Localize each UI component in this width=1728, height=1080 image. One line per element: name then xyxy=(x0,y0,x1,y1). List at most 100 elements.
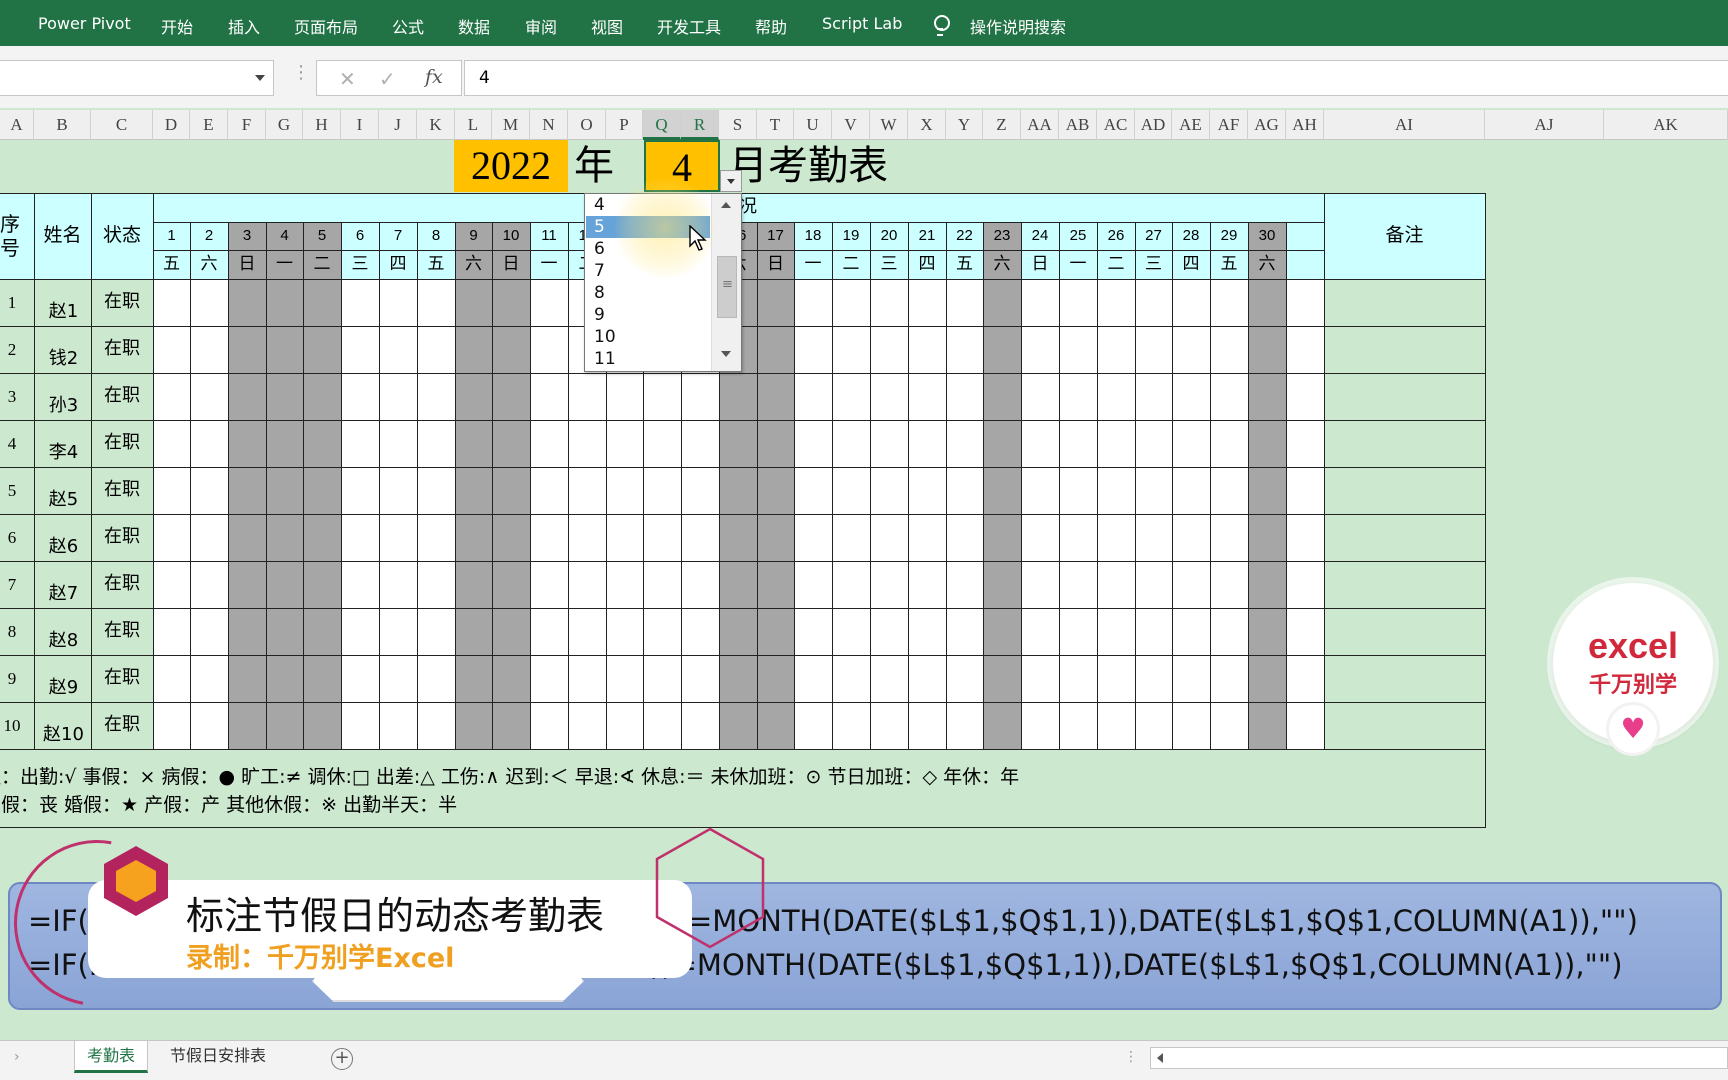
scroll-down-icon[interactable] xyxy=(721,351,731,357)
column-header-o[interactable]: O xyxy=(568,110,606,140)
column-header-w[interactable]: W xyxy=(870,110,908,140)
month-dropdown-list[interactable]: 4 5 6 7 8 9 10 11 xyxy=(584,193,742,372)
grid-line xyxy=(0,326,1485,327)
column-header-q[interactable]: Q xyxy=(643,110,681,140)
column-header-h[interactable]: H xyxy=(303,110,341,140)
column-header-a[interactable]: A xyxy=(0,110,34,140)
column-header-ad[interactable]: AD xyxy=(1135,110,1172,140)
ribbon-tab-insert[interactable]: 插入 xyxy=(228,14,260,38)
add-sheet-icon[interactable]: + xyxy=(331,1048,353,1070)
column-header-t[interactable]: T xyxy=(757,110,794,140)
ribbon-tab-power-pivot[interactable]: Power Pivot xyxy=(38,14,131,33)
scroll-left-icon[interactable] xyxy=(1157,1053,1163,1063)
column-header-g[interactable]: G xyxy=(266,110,303,140)
column-header-y[interactable]: Y xyxy=(946,110,983,140)
column-header-p[interactable]: P xyxy=(606,110,643,140)
ribbon-tab-page-layout[interactable]: 页面布局 xyxy=(294,14,358,38)
day-number: 29 xyxy=(1220,226,1238,244)
dropdown-scrollbar[interactable] xyxy=(711,194,741,371)
column-header-f[interactable]: F xyxy=(228,110,266,140)
day-number: 19 xyxy=(842,226,860,244)
weekday-label: 日 xyxy=(502,253,520,274)
dropdown-option[interactable]: 4 xyxy=(586,194,710,216)
scroll-thumb[interactable] xyxy=(717,256,737,318)
column-header-ab[interactable]: AB xyxy=(1059,110,1097,140)
dropdown-option[interactable]: 10 xyxy=(586,326,710,348)
year-cell[interactable]: 2022 xyxy=(454,140,568,192)
column-header-i[interactable]: I xyxy=(341,110,379,140)
grid-line xyxy=(1324,193,1325,749)
column-header-r[interactable]: R xyxy=(681,110,719,140)
grid-line xyxy=(794,222,795,749)
column-headers: A B C D E F G H I J K L M N O P Q R S T U V W X Y Z AA AB AC AD AE AF AG… xyxy=(0,110,1728,140)
day-number: 6 xyxy=(355,226,365,244)
column-header-j[interactable]: J xyxy=(379,110,417,140)
ribbon-tab-data[interactable]: 数据 xyxy=(458,14,490,38)
column-header-ai[interactable]: AI xyxy=(1324,110,1485,140)
column-header-e[interactable]: E xyxy=(190,110,228,140)
ribbon-tab-help[interactable]: 帮助 xyxy=(755,14,787,38)
chevron-right-icon[interactable]: › xyxy=(14,1049,20,1065)
close-icon[interactable]: ✕ xyxy=(339,67,356,91)
column-header-z[interactable]: Z xyxy=(983,110,1021,140)
column-header-ah[interactable]: AH xyxy=(1286,110,1324,140)
row-index: 10 xyxy=(3,715,21,735)
column-header-v[interactable]: V xyxy=(832,110,870,140)
column-header-k[interactable]: K xyxy=(417,110,455,140)
insert-function-icon[interactable]: fx xyxy=(425,66,443,88)
column-header-ak[interactable]: AK xyxy=(1604,110,1728,140)
row-index: 9 xyxy=(7,668,17,688)
dropdown-option[interactable]: 8 xyxy=(586,282,710,304)
name-box[interactable] xyxy=(0,60,274,96)
grid-line xyxy=(1485,193,1486,749)
ribbon-tab-home[interactable]: 开始 xyxy=(161,14,193,38)
grid-line xyxy=(0,467,1485,468)
column-header-s[interactable]: S xyxy=(719,110,757,140)
column-header-l[interactable]: L xyxy=(455,110,492,140)
check-icon[interactable]: ✓ xyxy=(379,67,396,91)
column-header-m[interactable]: M xyxy=(492,110,530,140)
grid-line xyxy=(0,655,1485,656)
column-header-aa[interactable]: AA xyxy=(1021,110,1059,140)
holiday-column-5 xyxy=(303,222,341,749)
row-status: 在职 xyxy=(104,385,140,407)
dropdown-arrow-button[interactable] xyxy=(720,170,742,192)
ribbon-tab-review[interactable]: 审阅 xyxy=(525,14,557,38)
column-header-n[interactable]: N xyxy=(530,110,568,140)
ribbon-tab-formulas[interactable]: 公式 xyxy=(392,14,424,38)
dropdown-option[interactable]: 9 xyxy=(586,304,710,326)
column-header-x[interactable]: X xyxy=(908,110,946,140)
column-header-ac[interactable]: AC xyxy=(1097,110,1135,140)
column-header-u[interactable]: U xyxy=(794,110,832,140)
grid-line xyxy=(417,222,418,749)
dropdown-option[interactable]: 11 xyxy=(586,348,710,370)
grid-line xyxy=(190,222,191,749)
sheet-tab-attendance[interactable]: 考勤表 xyxy=(74,1041,149,1073)
month-cell[interactable]: 4 xyxy=(644,140,720,192)
column-header-d[interactable]: D xyxy=(153,110,190,140)
column-header-ae[interactable]: AE xyxy=(1172,110,1210,140)
horizontal-scrollbar[interactable] xyxy=(1150,1047,1728,1069)
weekday-label: 五 xyxy=(956,253,973,274)
grid-line xyxy=(0,279,1485,280)
column-header-aj[interactable]: AJ xyxy=(1485,110,1604,140)
grid-line xyxy=(266,222,267,749)
grid-line xyxy=(870,222,871,749)
column-header-b[interactable]: B xyxy=(34,110,91,140)
column-header-c[interactable]: C xyxy=(91,110,153,140)
chevron-down-icon[interactable] xyxy=(255,75,265,81)
ribbon-tab-developer[interactable]: 开发工具 xyxy=(657,14,721,38)
ribbon: Power Pivot 开始 插入 页面布局 公式 数据 审阅 视图 开发工具 … xyxy=(0,0,1728,46)
ribbon-tab-view[interactable]: 视图 xyxy=(591,14,623,38)
sheet-tab-holidays[interactable]: 节假日安排表 xyxy=(158,1041,278,1073)
tell-me-search[interactable]: 操作说明搜索 xyxy=(970,14,1066,38)
column-header-af[interactable]: AF xyxy=(1210,110,1248,140)
ribbon-tab-script-lab[interactable]: Script Lab xyxy=(822,14,902,33)
formula-input[interactable]: 4 xyxy=(464,60,1728,96)
column-header-ag[interactable]: AG xyxy=(1248,110,1286,140)
weekday-label: 日 xyxy=(1031,253,1049,274)
dropdown-option[interactable]: 7 xyxy=(586,260,710,282)
logo-text: excel xyxy=(1587,625,1679,666)
day-number: 30 xyxy=(1258,226,1276,244)
scroll-up-icon[interactable] xyxy=(721,202,731,208)
